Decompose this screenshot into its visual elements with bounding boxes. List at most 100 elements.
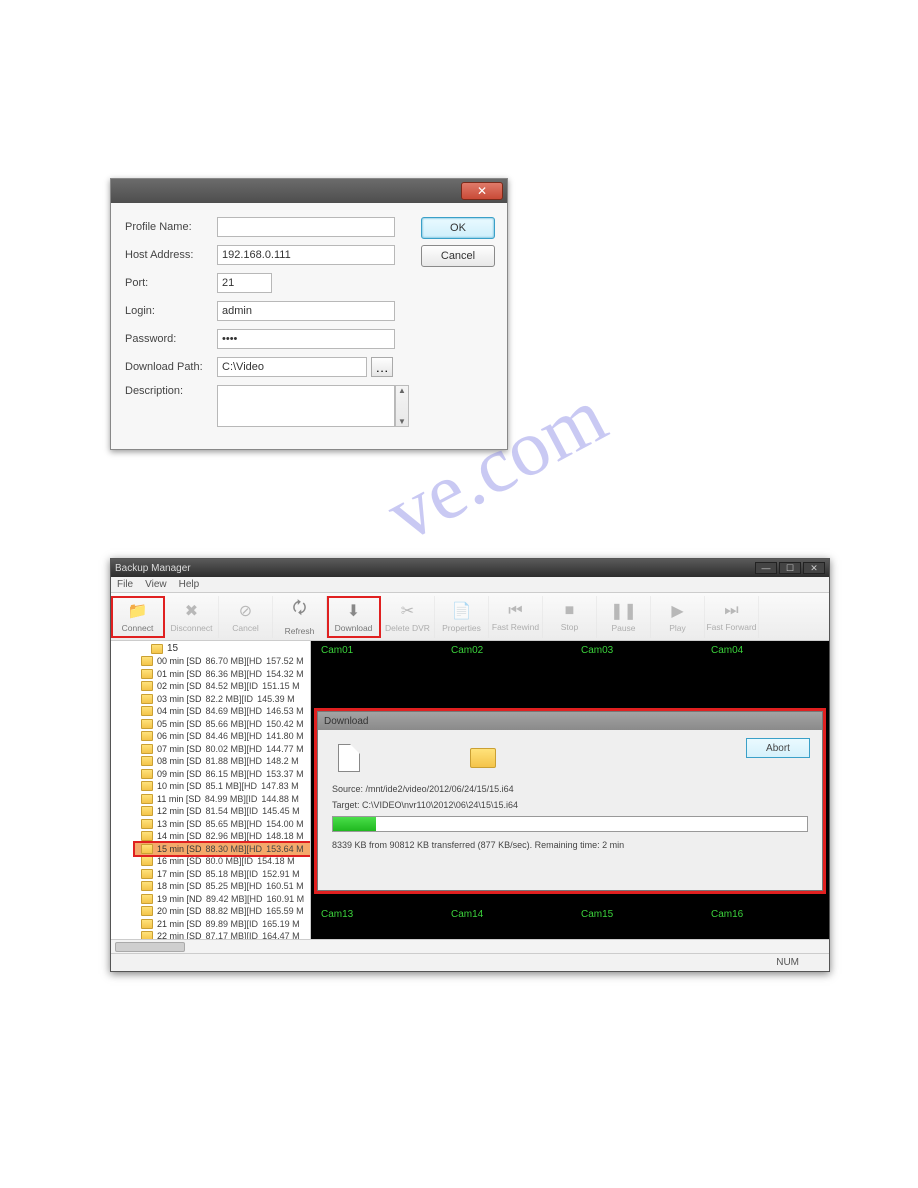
minimize-button[interactable]: —: [755, 562, 777, 574]
menu-bar: File View Help: [111, 577, 829, 593]
toolbar-refresh-button[interactable]: 🗘Refresh: [273, 596, 327, 638]
cancel-button[interactable]: Cancel: [421, 245, 495, 267]
tree-row[interactable]: 06 min [SD84.46 MB][HD141.80 M: [135, 730, 310, 743]
status-num: NUM: [776, 957, 799, 968]
textarea-scrollbar[interactable]: ▲▼: [395, 385, 409, 427]
tree-row[interactable]: 20 min [SD88.82 MB][HD165.59 M: [135, 905, 310, 918]
folder-icon: [141, 731, 153, 741]
window-title: Backup Manager: [115, 563, 191, 574]
tree-row[interactable]: 08 min [SD81.88 MB][HD148.2 M: [135, 755, 310, 768]
camera-label: Cam14: [451, 909, 483, 920]
port-input[interactable]: [217, 273, 272, 293]
toolbar-download-button[interactable]: ⬇Download: [327, 596, 381, 638]
tree-root-node[interactable]: 15: [135, 643, 310, 654]
dialog-titlebar: ✕: [111, 179, 507, 203]
tree-row[interactable]: 02 min [SD84.52 MB][ID151.15 M: [135, 680, 310, 693]
tree-row[interactable]: 03 min [SD82.2 MB][ID145.39 M: [135, 693, 310, 706]
host-address-input[interactable]: [217, 245, 395, 265]
tree-row[interactable]: 14 min [SD82.96 MB][HD148.18 M: [135, 830, 310, 843]
login-input[interactable]: [217, 301, 395, 321]
ok-button[interactable]: OK: [421, 217, 495, 239]
download-icon: ⬇: [347, 601, 360, 621]
folder-icon: [141, 869, 153, 879]
tree-row[interactable]: 09 min [SD86.15 MB][HD153.37 M: [135, 768, 310, 781]
tree-row[interactable]: 21 min [SD89.89 MB][ID165.19 M: [135, 918, 310, 931]
toolbar-fastforward-button: ⏭Fast Forward: [705, 596, 759, 638]
file-tree[interactable]: 15 00 min [SD86.70 MB][HD157.52 M01 min …: [111, 641, 311, 939]
folder-icon: [141, 844, 153, 854]
folder-icon: [141, 906, 153, 916]
maximize-button[interactable]: ☐: [779, 562, 801, 574]
toolbar-deletedvr-button: ✂Delete DVR: [381, 596, 435, 638]
source-value: /mnt/ide2/video/2012/06/24/15/15.i64: [366, 784, 514, 794]
folder-icon: [141, 919, 153, 929]
folder-icon: [141, 794, 153, 804]
tree-row[interactable]: 12 min [SD81.54 MB][ID145.45 M: [135, 805, 310, 818]
profile-name-input[interactable]: [217, 217, 395, 237]
menu-item-view[interactable]: View: [145, 579, 167, 590]
source-label: Source:: [332, 784, 363, 794]
tree-row[interactable]: 13 min [SD85.65 MB][HD154.00 M: [135, 818, 310, 831]
folder-icon: [141, 706, 153, 716]
toolbar-properties-button: 📄Properties: [435, 596, 489, 638]
tree-row[interactable]: 22 min [SD87.17 MB][ID164.47 M: [135, 930, 310, 939]
folder-icon: [141, 894, 153, 904]
tree-row[interactable]: 15 min [SD88.30 MB][HD153.64 M: [135, 843, 310, 856]
download-path-input[interactable]: [217, 357, 367, 377]
document-icon: [338, 744, 360, 772]
fastrewind-icon: ⏮: [508, 602, 522, 620]
camera-label: Cam01: [321, 645, 353, 656]
transfer-status: 8339 KB from 90812 KB transferred (877 K…: [332, 840, 808, 850]
properties-icon: 📄: [452, 601, 472, 621]
play-icon: ▶: [671, 601, 683, 621]
folder-icon: [141, 931, 153, 939]
folder-icon: [141, 756, 153, 766]
folder-icon: [141, 656, 153, 666]
profile-name-label: Profile Name:: [125, 221, 217, 233]
password-label: Password:: [125, 333, 217, 345]
camera-label: Cam02: [451, 645, 483, 656]
camera-label: Cam15: [581, 909, 613, 920]
folder-open-icon: [470, 748, 496, 768]
host-address-label: Host Address:: [125, 249, 217, 261]
close-icon: ✕: [477, 184, 487, 198]
download-path-label: Download Path:: [125, 361, 217, 373]
window-close-button[interactable]: ✕: [803, 562, 825, 574]
profile-dialog: ✕ Profile Name: Host Address: Port: Logi…: [110, 178, 508, 450]
tree-row[interactable]: 18 min [SD85.25 MB][HD160.51 M: [135, 880, 310, 893]
tree-row[interactable]: 16 min [SD80.0 MB][ID154.18 M: [135, 855, 310, 868]
folder-icon: [141, 744, 153, 754]
tree-row[interactable]: 10 min [SD85.1 MB][HD147.83 M: [135, 780, 310, 793]
toolbar-disconnect-button: ✖Disconnect: [165, 596, 219, 638]
tree-row[interactable]: 19 min [ND89.42 MB][HD160.91 M: [135, 893, 310, 906]
video-grid: Cam01Cam02Cam03Cam04 Download Abort Sour…: [311, 641, 829, 939]
close-button[interactable]: ✕: [461, 182, 503, 200]
folder-icon: [141, 781, 153, 791]
fastforward-icon: ⏭: [724, 602, 738, 620]
folder-icon: [151, 644, 163, 654]
tree-row[interactable]: 01 min [SD86.36 MB][HD154.32 M: [135, 668, 310, 681]
folder-icon: [141, 669, 153, 679]
menu-item-file[interactable]: File: [117, 579, 133, 590]
toolbar-connect-button[interactable]: 📁Connect: [111, 596, 165, 638]
abort-button[interactable]: Abort: [746, 738, 810, 758]
tree-row[interactable]: 05 min [SD85.66 MB][HD150.42 M: [135, 718, 310, 731]
description-input[interactable]: [217, 385, 395, 427]
toolbar-fastrewind-button: ⏮Fast Rewind: [489, 596, 543, 638]
tree-row[interactable]: 00 min [SD86.70 MB][HD157.52 M: [135, 655, 310, 668]
browse-button[interactable]: …: [371, 357, 393, 377]
tree-row[interactable]: 17 min [SD85.18 MB][ID152.91 M: [135, 868, 310, 881]
folder-icon: [141, 881, 153, 891]
status-bar: NUM: [111, 953, 829, 971]
toolbar-play-button: ▶Play: [651, 596, 705, 638]
horizontal-scrollbar[interactable]: [111, 939, 829, 953]
connect-icon: 📁: [128, 601, 148, 621]
tree-row[interactable]: 07 min [SD80.02 MB][HD144.77 M: [135, 743, 310, 756]
menu-item-help[interactable]: Help: [179, 579, 200, 590]
cancel-icon: ⊘: [239, 601, 252, 621]
stop-icon: ■: [565, 602, 575, 620]
tree-row[interactable]: 11 min [SD84.99 MB][ID144.88 M: [135, 793, 310, 806]
tree-row[interactable]: 04 min [SD84.69 MB][HD146.53 M: [135, 705, 310, 718]
password-input[interactable]: [217, 329, 395, 349]
folder-icon: [141, 719, 153, 729]
